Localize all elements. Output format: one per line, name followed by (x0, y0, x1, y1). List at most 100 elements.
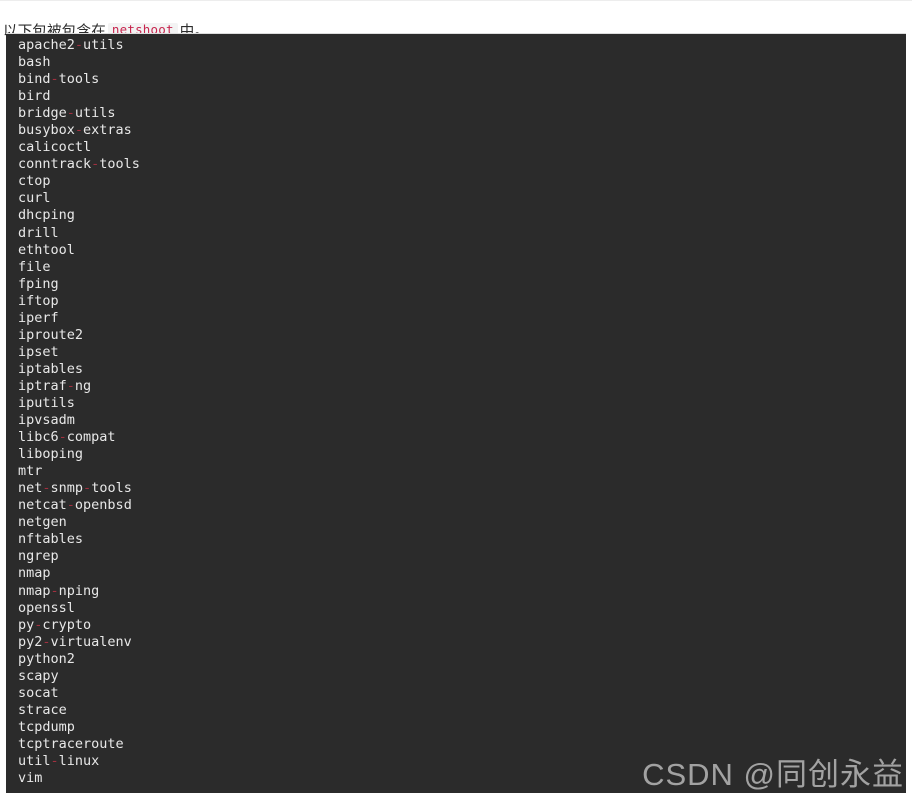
package-name-token: utils (74, 105, 116, 122)
package-name-token: conntrack (18, 156, 92, 173)
package-line: calicoctl (18, 139, 140, 156)
package-line: iptraf-ng (18, 378, 140, 395)
package-name-token: netcat (18, 497, 67, 514)
package-name-token: ng (74, 377, 92, 394)
package-line: iftop (18, 293, 140, 310)
hyphen-token: - (50, 71, 59, 88)
package-line: bash (18, 54, 140, 71)
package-name-token: ngrep (18, 548, 59, 565)
package-name-token: nping (58, 582, 100, 599)
package-name-token: util (18, 752, 51, 769)
package-name-token: bird (18, 88, 51, 105)
package-name-token: liboping (18, 446, 84, 463)
top-divider (0, 0, 912, 1)
hyphen-token: - (83, 480, 92, 497)
package-name-token: scapy (18, 667, 59, 684)
package-name-token: busybox (18, 122, 75, 139)
package-line: python2 (18, 651, 140, 668)
package-name-token: compat (66, 429, 116, 446)
package-name-token: drill (18, 224, 59, 241)
hyphen-token: - (50, 582, 59, 599)
package-line: py-crypto (18, 617, 140, 634)
package-line: bind-tools (18, 71, 140, 88)
package-line: tcptraceroute (18, 736, 140, 753)
hyphen-token: - (74, 122, 84, 139)
package-name-token: tools (99, 156, 140, 173)
package-line: libc6-compat (18, 429, 140, 446)
package-name-token: py2 (18, 633, 43, 650)
package-name-token: tools (91, 480, 132, 497)
package-name-token: ipset (18, 343, 59, 360)
package-line: py2-virtualenv (18, 634, 140, 651)
package-name-token: ethtool (18, 241, 75, 258)
package-name-token: libc6 (18, 429, 59, 446)
package-name-token: nftables (18, 531, 84, 548)
package-name-token: extras (83, 122, 132, 139)
package-line: ipvsadm (18, 412, 140, 429)
package-name-token: openssl (18, 599, 75, 616)
package-line: vim (18, 770, 140, 787)
package-name-token: ipvsadm (18, 412, 75, 429)
package-list: apache2-utils bash bind-tools bird bridge-ut… (18, 37, 140, 787)
package-name-token: py (18, 616, 35, 633)
hyphen-token: - (66, 377, 75, 394)
package-name-token: fping (18, 275, 59, 292)
package-line: netcat-openbsd (18, 497, 140, 514)
package-line: nmap-nping (18, 583, 140, 600)
hyphen-token: - (66, 105, 75, 122)
package-line: ethtool (18, 242, 140, 259)
package-line: ctop (18, 173, 140, 190)
hyphen-token: - (50, 752, 59, 769)
package-name-token: bash (18, 54, 51, 71)
package-line: strace (18, 702, 140, 719)
package-line: bridge-utils (18, 105, 140, 122)
package-name-token: linux (58, 752, 100, 769)
package-name-token: tools (58, 71, 100, 88)
package-name-token: iproute2 (18, 326, 84, 343)
package-name-token: mtr (18, 463, 43, 480)
hyphen-token: - (42, 633, 51, 650)
package-line: dhcping (18, 207, 140, 224)
package-line: socat (18, 685, 140, 702)
package-line: openssl (18, 600, 140, 617)
package-line: ngrep (18, 548, 140, 565)
package-name-token: dhcping (18, 207, 75, 224)
package-name-token: iptables (18, 360, 84, 377)
package-line: nftables (18, 531, 140, 548)
package-line: apache2-utils (18, 37, 140, 54)
package-line: iproute2 (18, 327, 140, 344)
package-line: curl (18, 190, 140, 207)
package-name-token: nmap (18, 565, 51, 582)
package-line: iperf (18, 310, 140, 327)
hyphen-token: - (74, 37, 84, 53)
package-line: iputils (18, 395, 140, 412)
package-name-token: utils (83, 37, 124, 53)
package-list-code-block: apache2-utils bash bind-tools bird bridge-ut… (6, 33, 906, 793)
package-name-token: iftop (18, 292, 59, 309)
package-name-token: iperf (18, 309, 59, 326)
package-name-token: calicoctl (18, 139, 92, 156)
package-line: nmap (18, 565, 140, 582)
package-name-token: strace (18, 701, 67, 718)
hyphen-token: - (58, 429, 67, 446)
package-name-token: apache2 (18, 37, 75, 53)
package-name-token: virtualenv (50, 633, 132, 650)
package-name-token: bridge (18, 105, 67, 122)
package-name-token: openbsd (74, 497, 132, 514)
package-line: file (18, 259, 140, 276)
package-name-token: file (18, 258, 51, 275)
package-name-token: iputils (18, 394, 75, 411)
package-name-token: bind (18, 71, 51, 88)
package-name-token: tcpdump (18, 718, 75, 735)
package-line: liboping (18, 446, 140, 463)
package-name-token: ctop (18, 173, 51, 190)
package-line: net-snmp-tools (18, 480, 140, 497)
package-name-token: netgen (18, 514, 67, 531)
package-name-token: iptraf (18, 377, 67, 394)
package-name-token: curl (18, 190, 51, 207)
package-line: mtr (18, 463, 140, 480)
package-name-token: snmp (50, 480, 84, 497)
package-line: bird (18, 88, 140, 105)
package-line: drill (18, 225, 140, 242)
hyphen-token: - (42, 480, 51, 497)
